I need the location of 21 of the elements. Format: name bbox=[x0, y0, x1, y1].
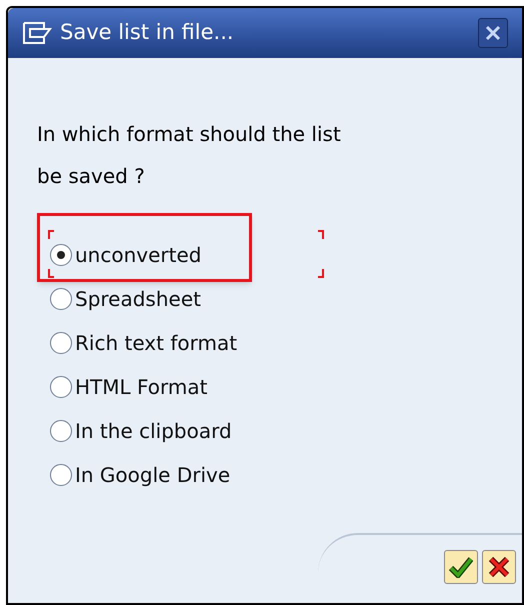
radio-button[interactable] bbox=[50, 332, 72, 354]
radio-button[interactable] bbox=[50, 288, 72, 310]
cancel-button[interactable] bbox=[482, 550, 516, 584]
window-title: Save list in file... bbox=[60, 19, 234, 46]
confirm-button[interactable] bbox=[444, 550, 478, 584]
radio-button[interactable] bbox=[50, 420, 72, 442]
option-label: HTML Format bbox=[75, 374, 208, 401]
option-label: Rich text format bbox=[75, 330, 238, 357]
question-text: In which format should the list be saved ? bbox=[37, 121, 342, 190]
radio-button[interactable] bbox=[50, 244, 72, 266]
radio-button[interactable] bbox=[50, 376, 72, 398]
radio-button[interactable] bbox=[50, 464, 72, 486]
option-label: unconverted bbox=[75, 242, 202, 269]
option-label: In the clipboard bbox=[75, 418, 232, 445]
checkmark-icon bbox=[449, 556, 473, 578]
cancel-icon bbox=[488, 556, 510, 578]
option-label: In Google Drive bbox=[75, 462, 230, 489]
option-label: Spreadsheet bbox=[75, 286, 201, 313]
dialog-icon bbox=[22, 21, 52, 45]
close-icon bbox=[484, 24, 502, 42]
close-button[interactable] bbox=[478, 18, 508, 48]
